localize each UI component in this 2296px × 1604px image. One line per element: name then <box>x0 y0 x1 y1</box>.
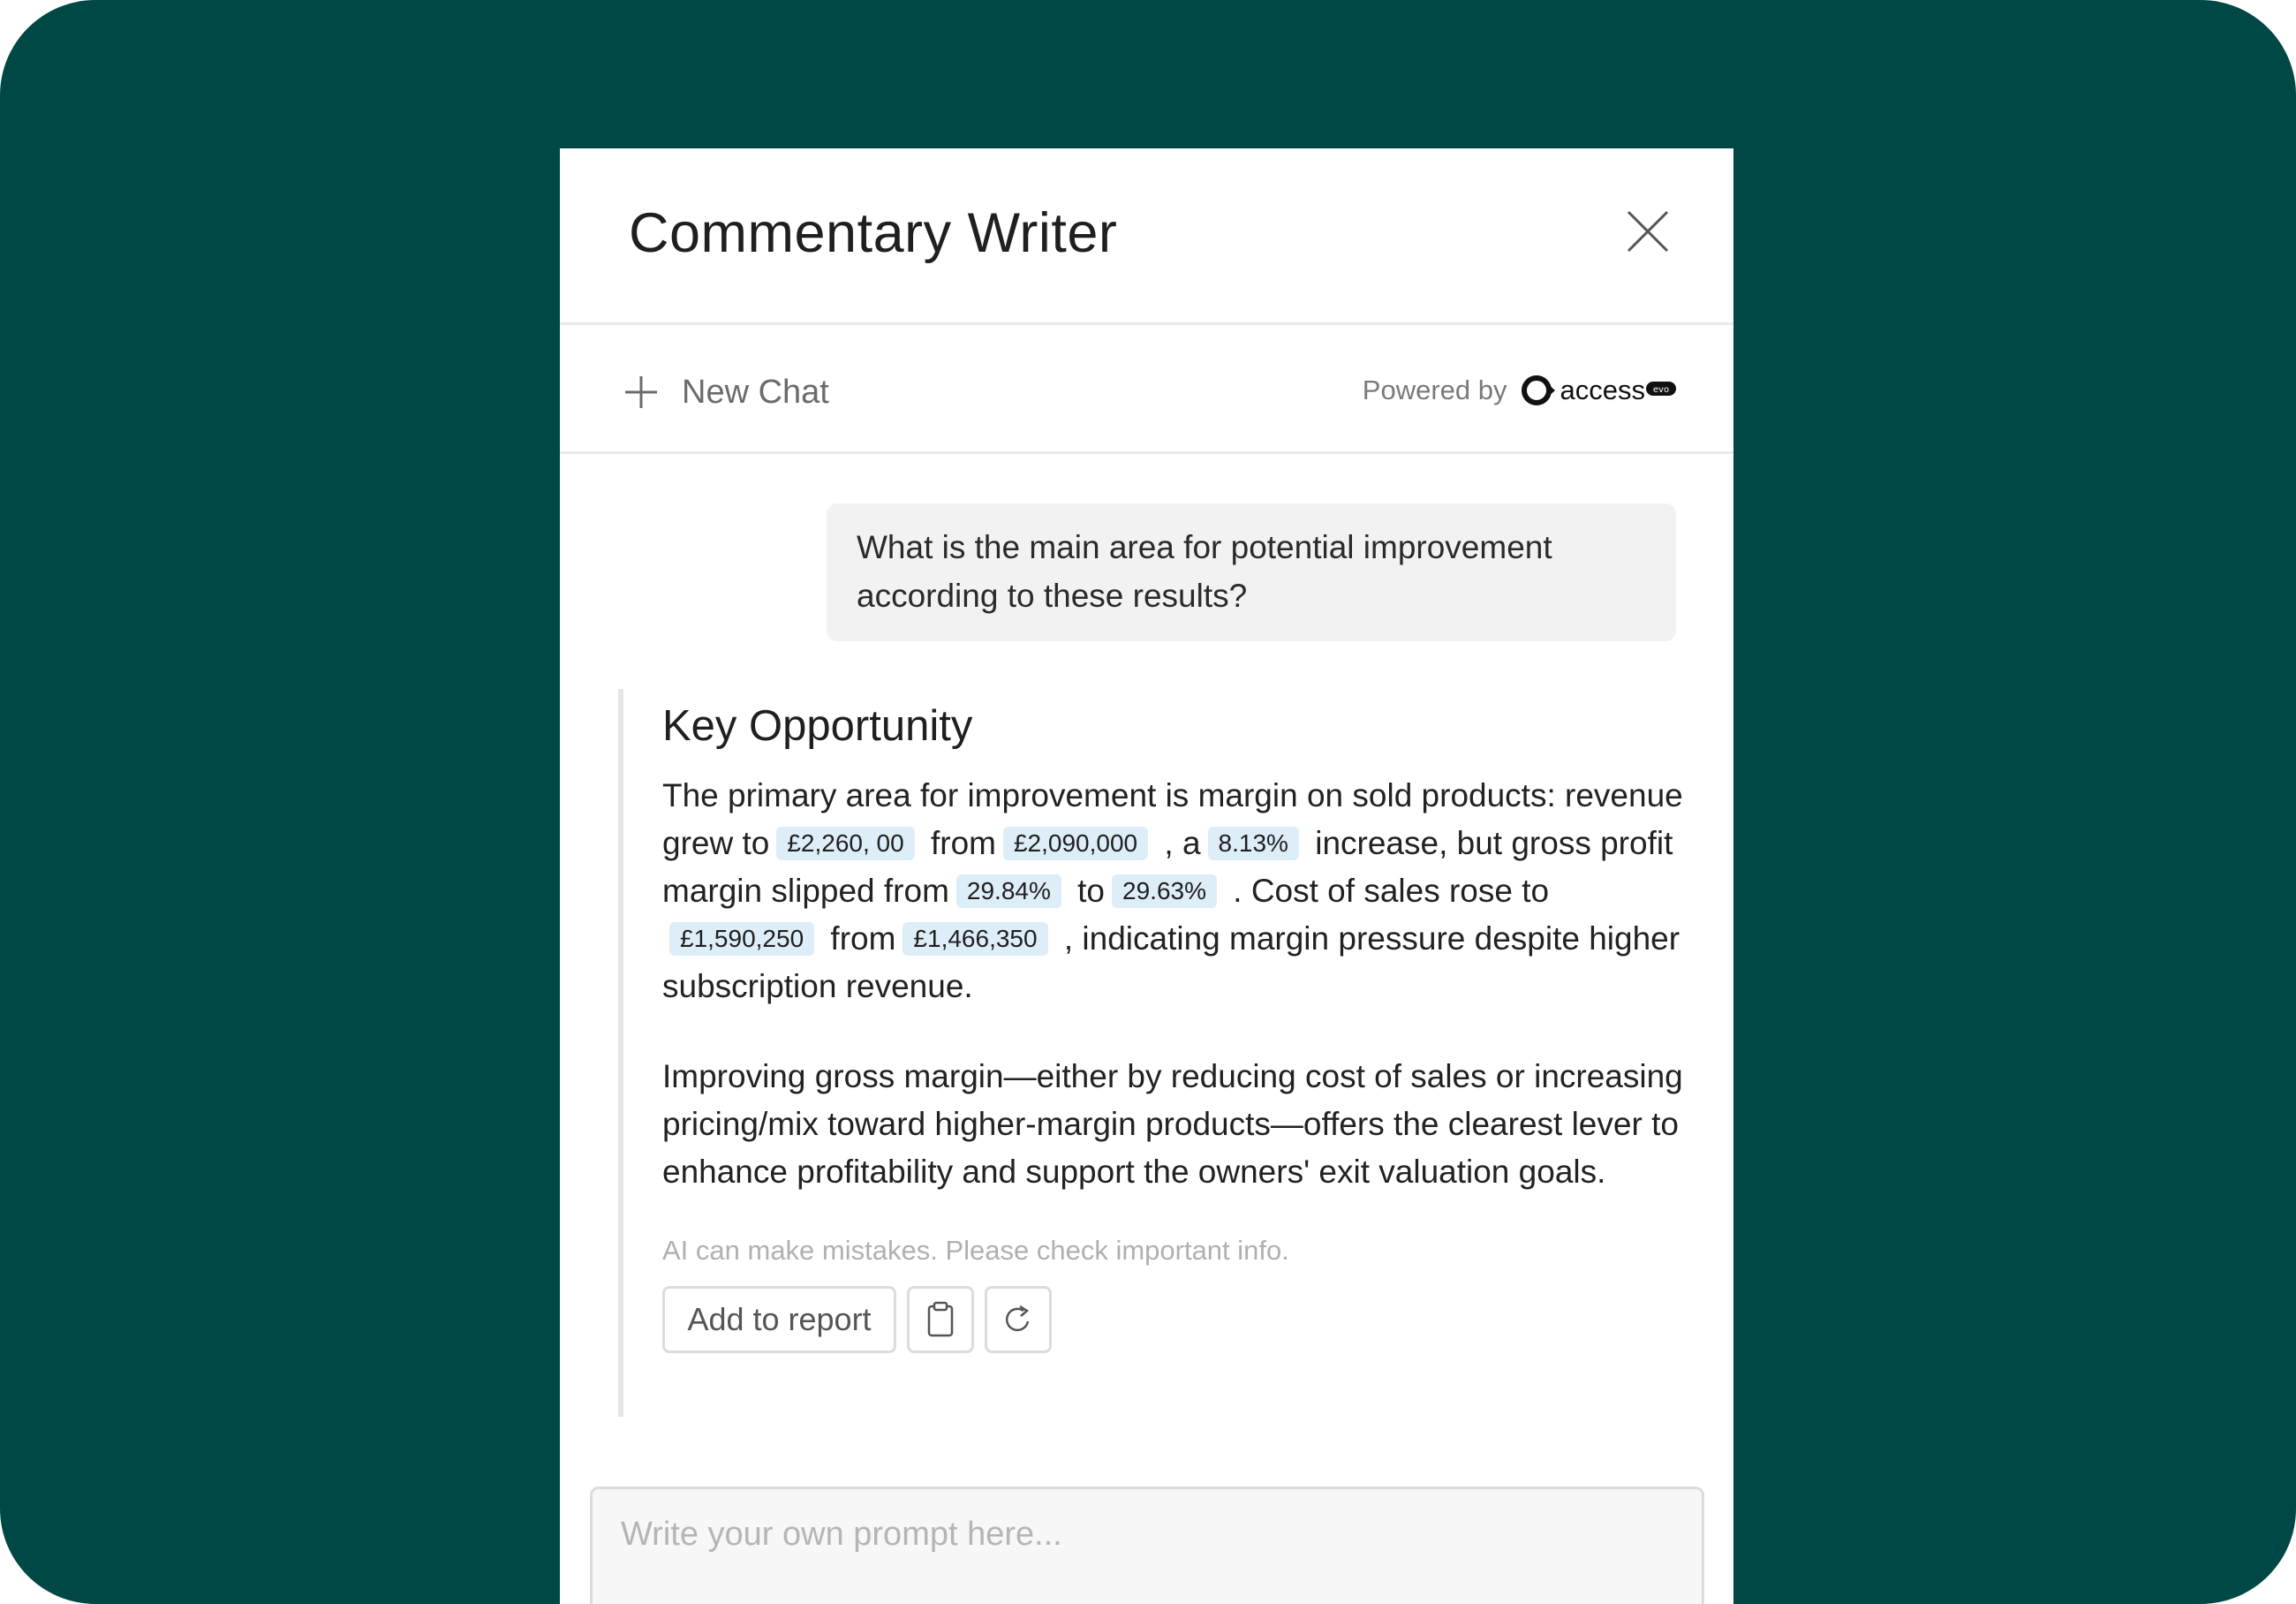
clipboard-icon <box>927 1301 954 1337</box>
panel-header: Commentary Writer <box>560 148 1733 325</box>
reply-heading: Key Opportunity <box>662 702 973 750</box>
value-chip: £2,090,000 <box>1002 827 1149 860</box>
app-background: Commentary Writer New Chat Powered by ac… <box>0 0 2296 1604</box>
regenerate-button[interactable] <box>985 1286 1052 1353</box>
access-circle-icon <box>1521 375 1555 405</box>
refresh-icon <box>1005 1305 1030 1332</box>
assistant-reply: Key Opportunity The primary area for imp… <box>618 689 1704 1417</box>
powered-by: Powered by access evo <box>1363 367 1677 414</box>
reply-paragraph-1: The primary area for improvement is marg… <box>662 777 1683 1004</box>
new-chat-label: New Chat <box>682 373 829 411</box>
access-logo: access evo <box>1520 372 1677 409</box>
value-chip: £1,590,250 <box>669 922 815 956</box>
reply-paragraph-2: Improving gross margin—either by reducin… <box>662 1058 1683 1190</box>
value-chip: 29.84% <box>955 874 1061 908</box>
close-button[interactable] <box>1620 203 1676 260</box>
copy-button[interactable] <box>907 1286 974 1353</box>
user-message-bubble: What is the main area for potential impr… <box>827 503 1676 641</box>
value-chip: 29.63% <box>1112 874 1217 908</box>
commentary-writer-panel: Commentary Writer New Chat Powered by ac… <box>560 148 1733 1604</box>
value-chip: £1,466,350 <box>903 922 1048 956</box>
chat-toolbar: New Chat Powered by access evo <box>560 328 1733 454</box>
value-chip: 8.13% <box>1207 827 1299 860</box>
value-chip: £2,260, 00 <box>776 827 915 860</box>
plus-icon <box>625 376 657 408</box>
evo-badge-icon: evo <box>1646 382 1676 396</box>
reply-actions: Add to report <box>662 1286 1704 1353</box>
prompt-input[interactable] <box>621 1516 1673 1554</box>
svg-text:evo: evo <box>1653 385 1669 395</box>
powered-by-label: Powered by <box>1362 375 1507 405</box>
add-to-report-button[interactable]: Add to report <box>662 1286 896 1353</box>
brand-name: access <box>1560 375 1645 405</box>
prompt-input-container <box>590 1487 1704 1604</box>
ai-disclaimer: AI can make mistakes. Please check impor… <box>662 1235 1289 1266</box>
new-chat-button[interactable]: New Chat <box>622 370 829 414</box>
panel-title: Commentary Writer <box>629 202 1118 264</box>
close-icon <box>1627 210 1669 253</box>
